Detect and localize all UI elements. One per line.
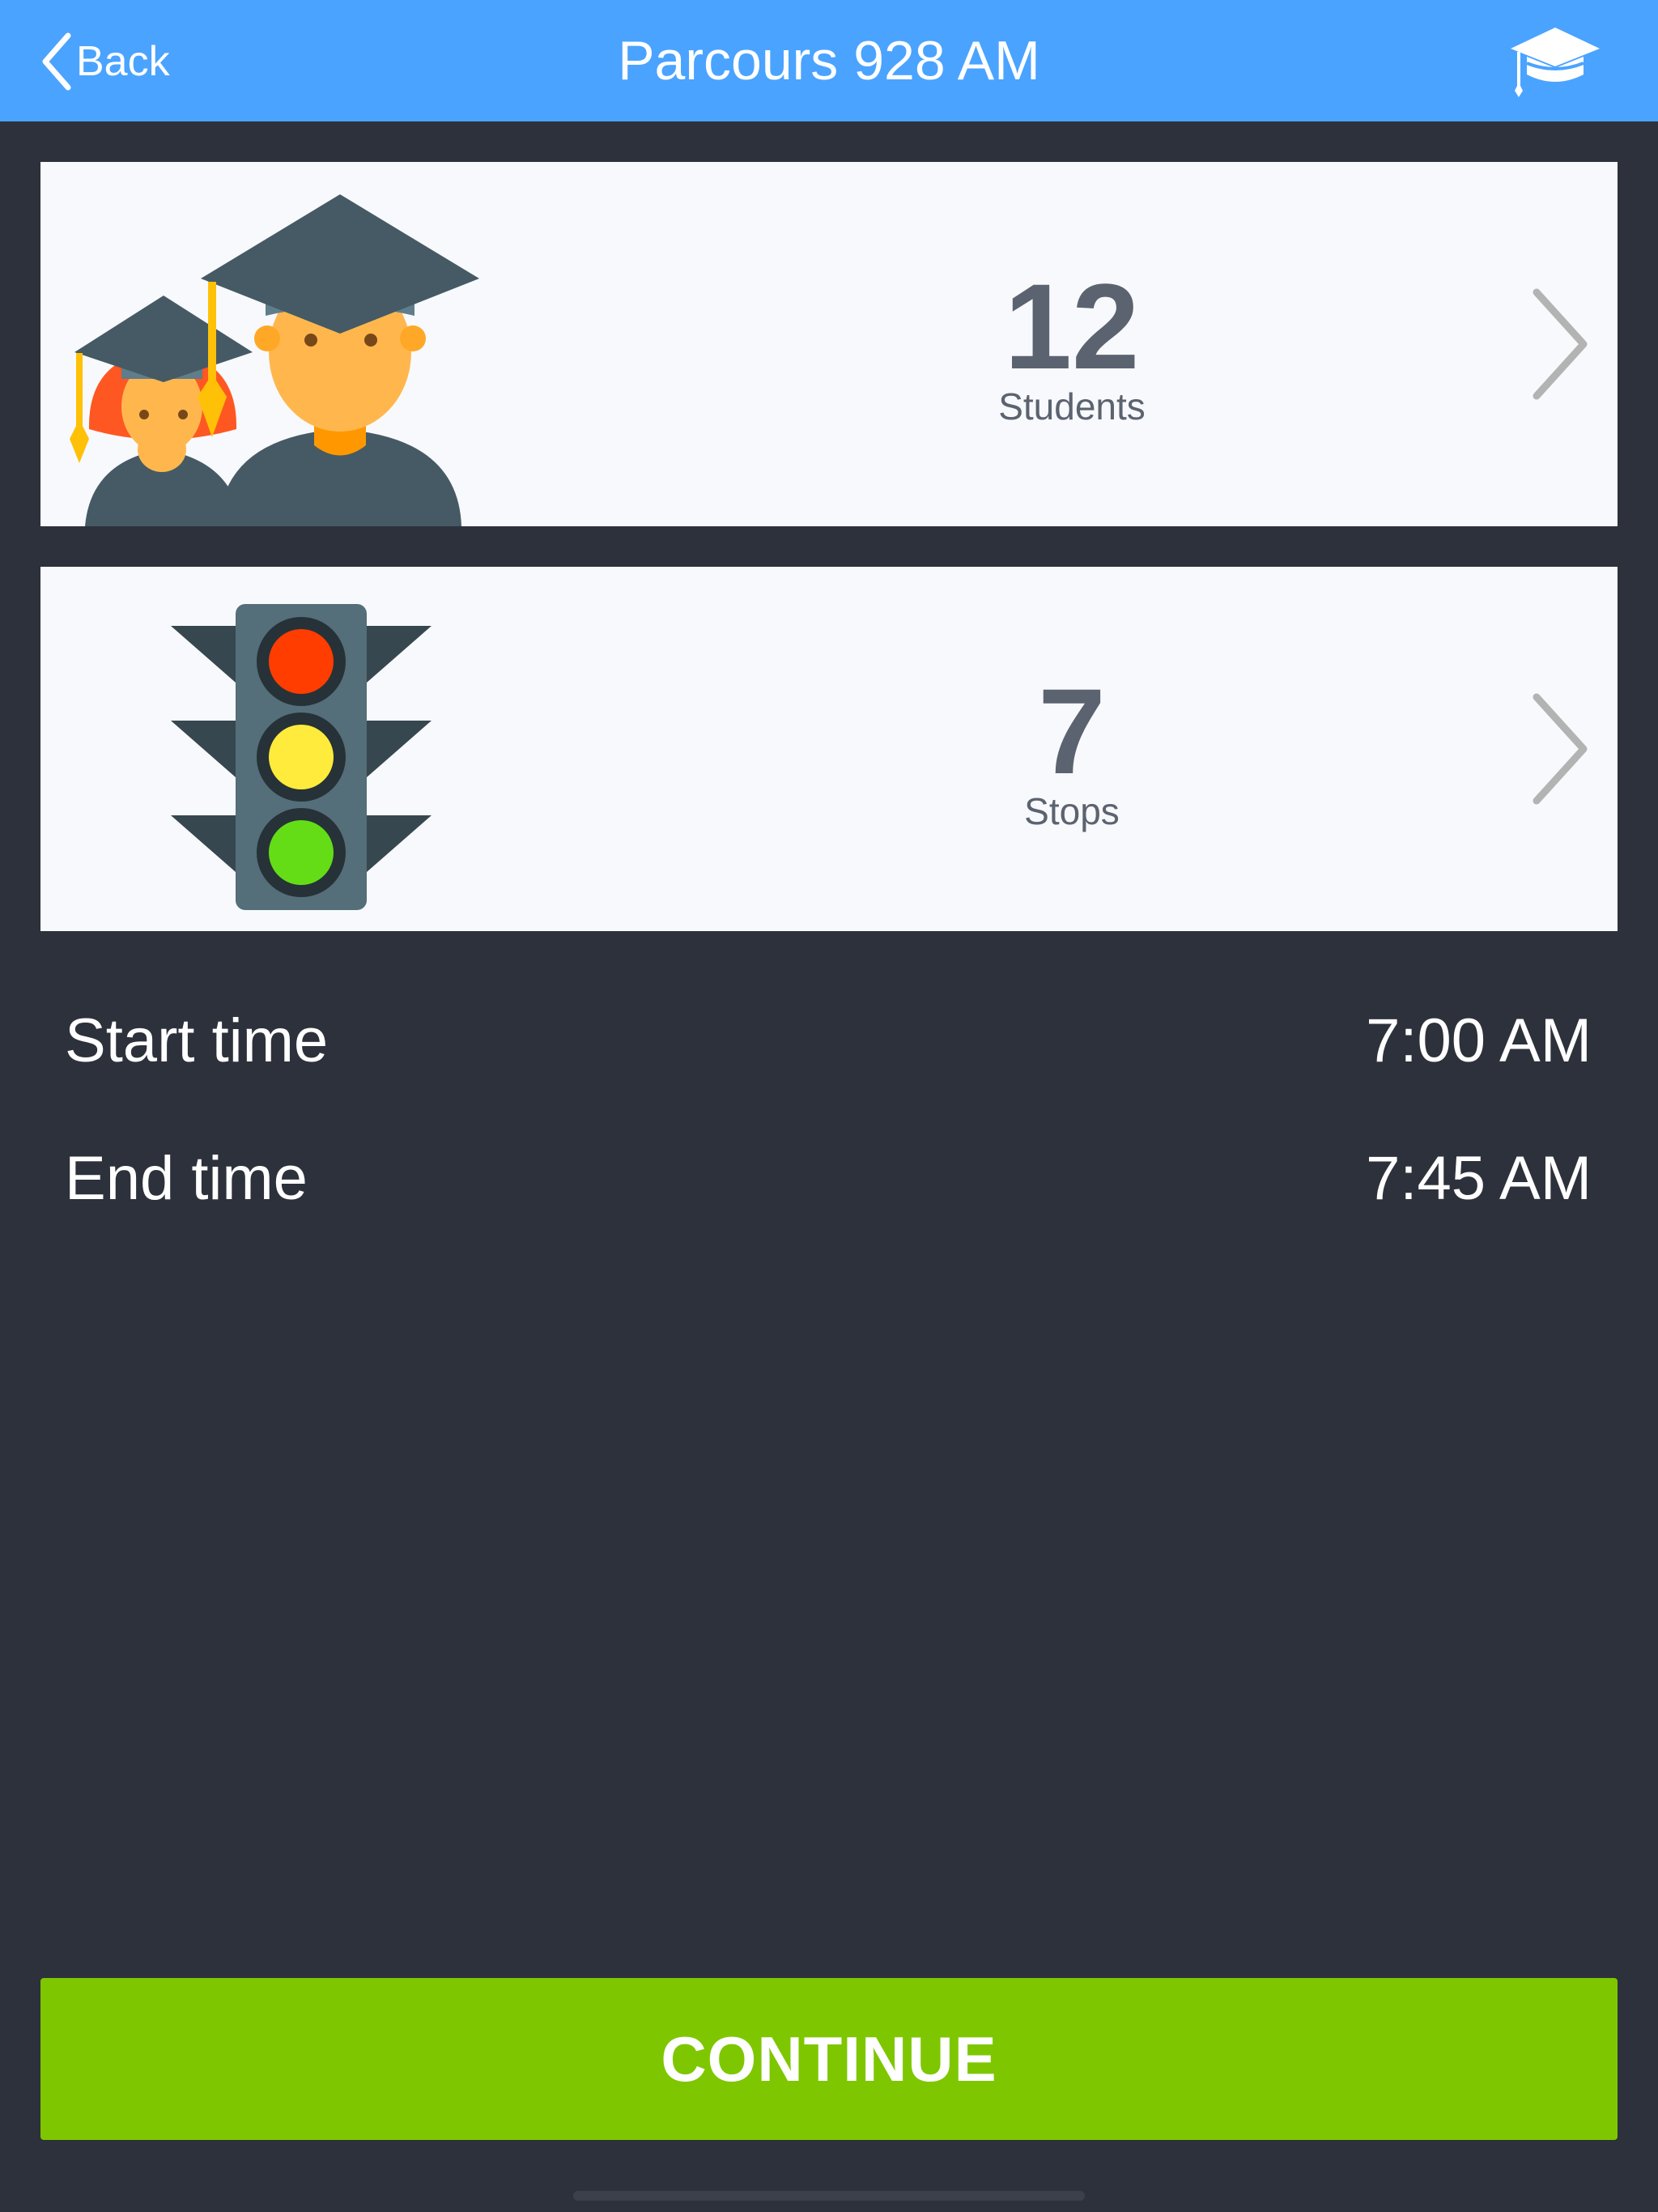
end-time-label: End time [65,1144,308,1213]
chevron-right-icon [1533,288,1588,400]
stops-count: 7 [1038,663,1106,799]
students-label: Students [998,385,1146,428]
continue-button[interactable]: CONTINUE [40,1978,1618,2140]
students-icon [70,194,479,526]
graduation-cap-icon[interactable] [1507,24,1603,99]
start-time-row: Start time 7:00 AM [65,1001,1592,1082]
students-card[interactable]: 12 Students [40,162,1618,526]
students-count: 12 [1004,258,1140,394]
start-time-value: 7:00 AM [1366,1006,1592,1075]
chevron-right-icon [1533,693,1588,805]
navigation-bar: Back Parcours 928 AM [0,0,1658,121]
stops-metric: 7 Stops [829,567,1315,931]
home-indicator[interactable] [573,2191,1085,2201]
traffic-light-icon [171,604,432,910]
page-title: Parcours 928 AM [618,30,1040,91]
students-metric: 12 Students [829,162,1315,526]
stops-label: Stops [1024,790,1120,832]
start-time-label: Start time [65,1006,329,1075]
stops-card[interactable]: 7 Stops [40,567,1618,931]
end-time-row: End time 7:45 AM [65,1138,1592,1219]
end-time-value: 7:45 AM [1366,1144,1592,1213]
